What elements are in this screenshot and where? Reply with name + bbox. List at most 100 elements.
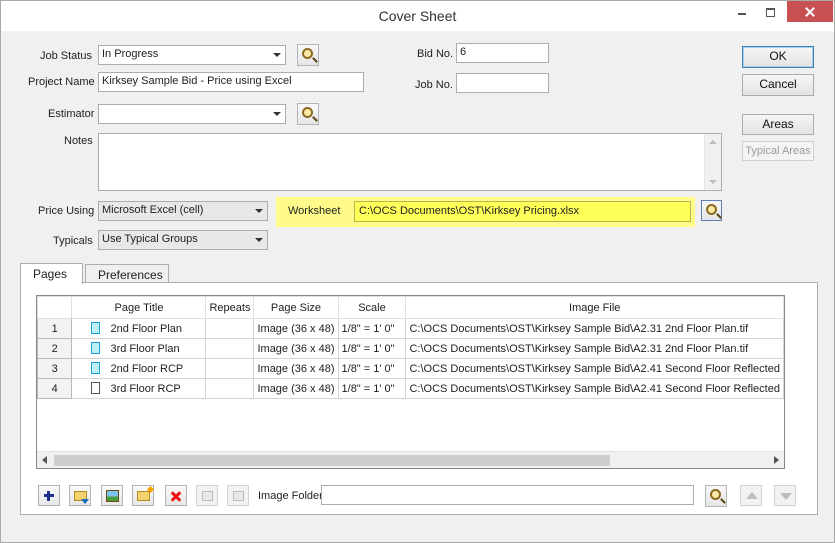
properties-icon [233,491,244,501]
page-properties-button[interactable] [227,485,249,506]
notes-scrollbar[interactable] [704,134,721,190]
document-icon [91,362,101,374]
image-icon [106,490,119,502]
row-number[interactable]: 4 [37,378,73,399]
column-header-scale[interactable]: Scale [337,296,407,319]
worksheet-browse-button[interactable] [701,200,722,221]
move-up-button[interactable] [740,485,762,506]
scroll-left-icon[interactable] [42,456,47,464]
repeats-cell[interactable] [205,378,255,399]
image-folder-label: Image Folder [258,490,323,502]
window-title: Cover Sheet [378,8,457,24]
image-file-cell[interactable]: C:\OCS Documents\OST\Kirksey Sample Bid\… [405,378,784,399]
price-using-value: Microsoft Excel (cell) [102,204,204,216]
scroll-down-icon [709,180,717,184]
image-file-cell[interactable]: C:\OCS Documents\OST\Kirksey Sample Bid\… [405,338,784,359]
page-title-cell[interactable]: 3rd Floor Plan [71,338,207,359]
move-down-button[interactable] [774,485,796,506]
areas-button[interactable]: Areas [742,114,814,135]
page-size-cell[interactable]: Image (36 x 48) [253,378,339,399]
copy-page-button[interactable] [196,485,218,506]
job-status-search-button[interactable] [297,44,319,66]
image-folder-field[interactable] [321,485,694,505]
page-size-cell[interactable]: Image (36 x 48) [253,338,339,359]
job-no-label: Job No. [415,79,453,91]
grid-horizontal-scrollbar[interactable] [37,451,784,468]
page-title-cell[interactable]: 2nd Floor RCP [71,358,207,379]
import-pages-button[interactable] [69,485,91,506]
cancel-button[interactable]: Cancel [742,74,814,96]
column-header-page-size[interactable]: Page Size [253,296,339,319]
table-row[interactable]: 1 2nd Floor Plan Image (36 x 48) 1/8" = … [37,318,784,339]
folder-import-icon [74,491,89,504]
scale-cell[interactable]: 1/8" = 1' 0" [337,358,407,379]
worksheet-field[interactable]: C:\OCS Documents\OST\Kirksey Pricing.xls… [354,201,691,222]
document-icon [91,382,101,394]
new-folder-button[interactable] [132,485,154,506]
pages-grid[interactable]: Page Title Repeats Page Size Scale Image… [36,295,785,469]
page-size-cell[interactable]: Image (36 x 48) [253,318,339,339]
table-row[interactable]: 3 2nd Floor RCP Image (36 x 48) 1/8" = 1… [37,358,784,379]
column-header-repeats[interactable]: Repeats [205,296,255,319]
estimator-search-button[interactable] [297,103,319,125]
page-size-cell[interactable]: Image (36 x 48) [253,358,339,379]
add-image-button[interactable] [101,485,123,506]
table-header-row: Page Title Repeats Page Size Scale Image… [37,296,784,319]
new-folder-icon [137,491,150,501]
project-name-label: Project Name [28,76,95,88]
delete-page-button[interactable] [165,485,187,506]
page-title-cell[interactable]: 3rd Floor RCP [71,378,207,399]
chevron-down-icon [255,209,263,213]
project-name-field[interactable]: Kirksey Sample Bid - Price using Excel [98,72,364,92]
worksheet-label: Worksheet [288,205,341,217]
job-status-label: Job Status [40,50,92,62]
cover-sheet-window: Cover Sheet Job Status In Progress Proje… [0,0,835,543]
chevron-down-icon [255,238,263,242]
price-using-label: Price Using [38,205,95,217]
document-icon [91,342,101,354]
image-folder-browse-button[interactable] [705,485,727,507]
column-header-image-file[interactable]: Image File [405,296,784,319]
typicals-combo[interactable]: Use Typical Groups [98,230,268,250]
row-number[interactable]: 1 [37,318,73,339]
close-icon[interactable] [787,1,833,22]
table-row[interactable]: 2 3rd Floor Plan Image (36 x 48) 1/8" = … [37,338,784,359]
estimator-label: Estimator [48,108,95,120]
estimator-combo[interactable] [98,104,286,124]
copy-icon [202,491,213,501]
scale-cell[interactable]: 1/8" = 1' 0" [337,338,407,359]
maximize-icon[interactable] [758,1,784,23]
table-row[interactable]: 4 3rd Floor RCP Image (36 x 48) 1/8" = 1… [37,378,784,399]
scroll-thumb[interactable] [54,455,610,466]
scroll-right-icon[interactable] [774,456,779,464]
repeats-cell[interactable] [205,318,255,339]
price-using-combo[interactable]: Microsoft Excel (cell) [98,201,268,221]
repeats-cell[interactable] [205,338,255,359]
column-header-page-title[interactable]: Page Title [71,296,207,319]
image-file-cell[interactable]: C:\OCS Documents\OST\Kirksey Sample Bid\… [405,358,784,379]
scale-cell[interactable]: 1/8" = 1' 0" [337,378,407,399]
page-title-cell[interactable]: 2nd Floor Plan [71,318,207,339]
row-number[interactable]: 3 [37,358,73,379]
magnifier-icon [302,48,313,59]
notes-label: Notes [64,135,93,147]
scale-cell[interactable]: 1/8" = 1' 0" [337,318,407,339]
magnifier-icon [302,107,313,118]
row-number[interactable]: 2 [37,338,73,359]
tab-pages[interactable]: Pages [20,263,83,284]
notes-field[interactable] [98,133,722,191]
tab-preferences[interactable]: Preferences [85,264,169,284]
image-file-cell[interactable]: C:\OCS Documents\OST\Kirksey Sample Bid\… [405,318,784,339]
minimize-icon[interactable] [729,1,755,23]
ok-button[interactable]: OK [742,46,814,68]
bid-no-field[interactable]: 6 [456,43,549,63]
typical-areas-button[interactable]: Typical Areas [742,141,814,161]
document-icon [91,322,101,334]
repeats-cell[interactable] [205,358,255,379]
typicals-label: Typicals [53,235,93,247]
add-page-button[interactable] [38,485,60,506]
magnifier-icon [706,204,717,215]
job-status-combo[interactable]: In Progress [98,45,286,65]
typicals-value: Use Typical Groups [102,233,198,245]
job-no-field[interactable] [456,73,549,93]
